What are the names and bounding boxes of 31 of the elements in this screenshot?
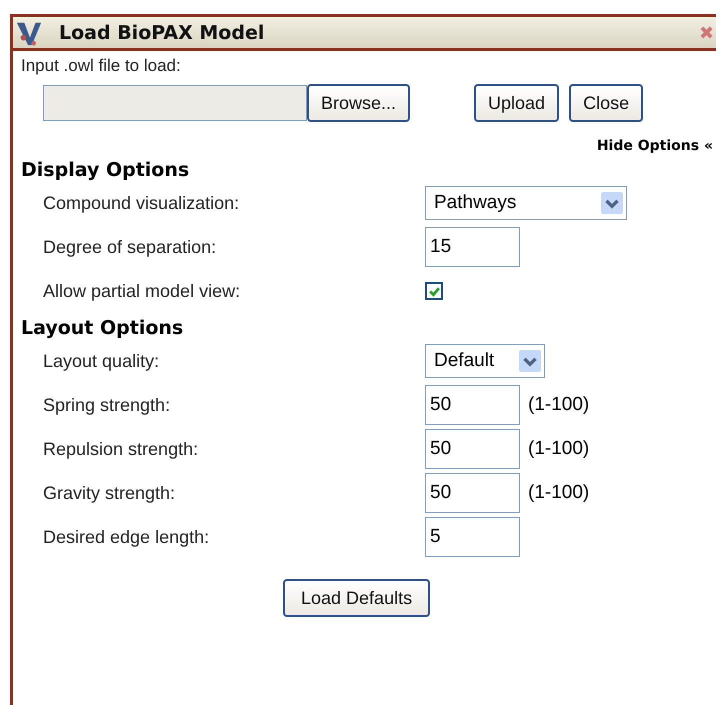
hide-options-link[interactable]: Hide Options «	[596, 138, 713, 154]
section-heading: Display Options	[21, 159, 190, 181]
text-input[interactable]: 15	[425, 227, 520, 267]
upload-button[interactable]: Upload	[474, 84, 560, 122]
close-button[interactable]: Close	[569, 84, 644, 122]
text-input[interactable]: 50	[425, 473, 520, 513]
range-hint: (1-100)	[528, 394, 590, 416]
chevron-down-icon	[601, 192, 623, 214]
text-input[interactable]: 50	[425, 385, 520, 425]
field-label: Desired edge length:	[43, 526, 210, 548]
checkmark-icon	[428, 284, 440, 298]
field-label: Layout quality:	[43, 350, 160, 372]
range-hint: (1-100)	[528, 482, 590, 504]
checkbox[interactable]	[425, 282, 443, 300]
file-label: Input .owl file to load:	[21, 56, 182, 76]
field-label: Repulsion strength:	[43, 438, 200, 460]
field-label: Gravity strength:	[43, 482, 176, 504]
window-title: Load BioPAX Model	[59, 22, 264, 44]
range-hint: (1-100)	[528, 438, 590, 460]
chevron-down-icon	[519, 350, 541, 372]
section-heading: Layout Options	[21, 317, 184, 339]
text-input[interactable]: 5	[425, 517, 520, 557]
browse-button[interactable]: Browse...	[307, 84, 410, 122]
dropdown[interactable]: Default	[425, 344, 545, 378]
dropdown[interactable]: Pathways	[425, 186, 627, 220]
field-label: Compound visualization:	[43, 192, 240, 214]
field-label: Degree of separation:	[43, 236, 218, 258]
field-label: Allow partial model view:	[43, 280, 242, 302]
text-input[interactable]: 50	[425, 429, 520, 469]
field-label: Spring strength:	[43, 394, 172, 416]
load-defaults-button[interactable]: Load Defaults	[283, 579, 430, 617]
